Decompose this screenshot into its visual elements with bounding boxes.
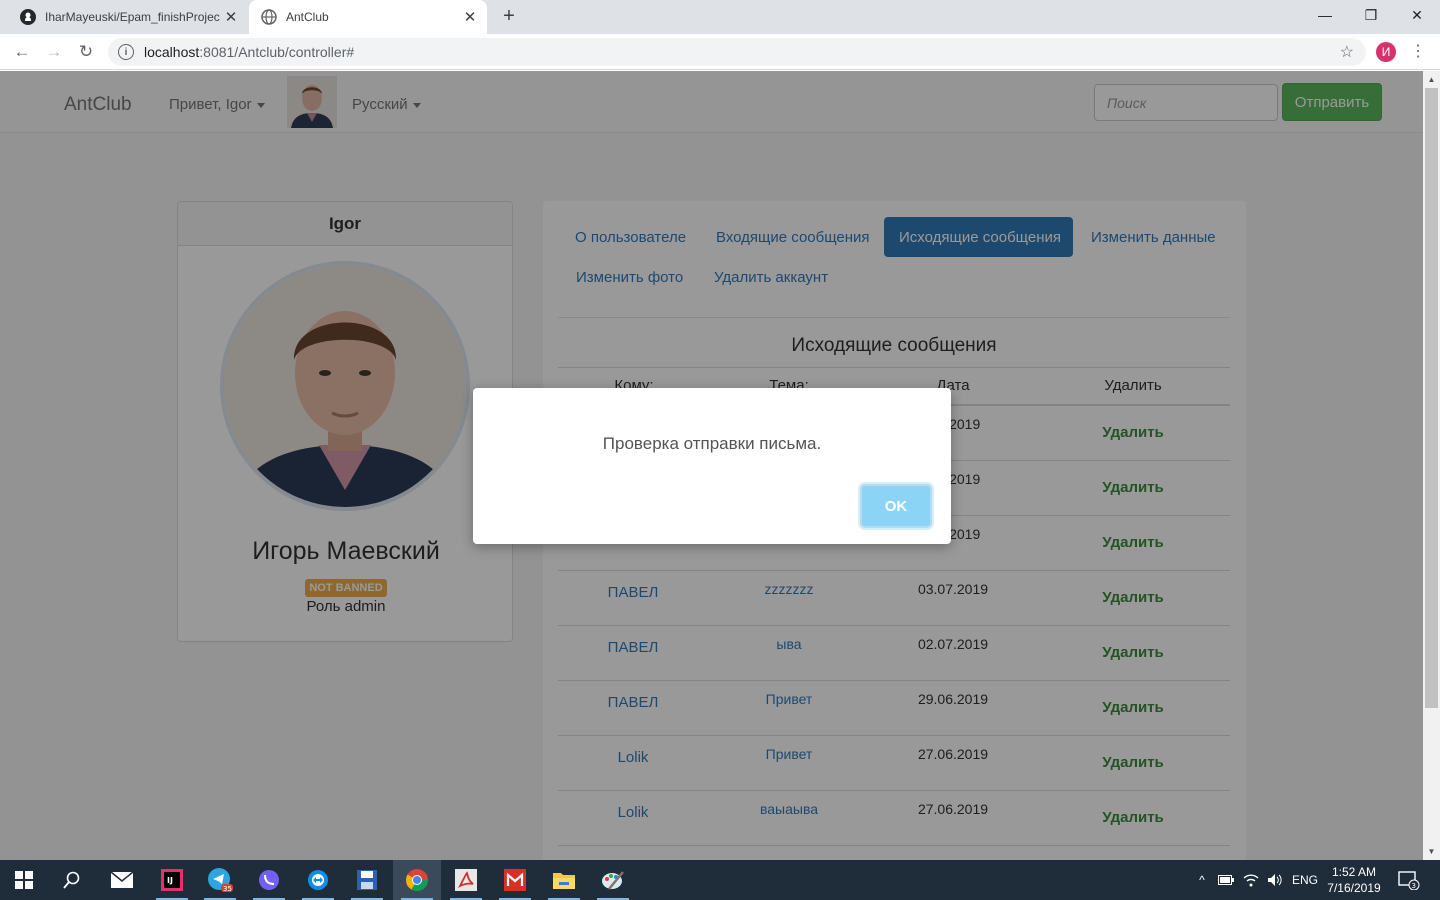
url-host: localhost bbox=[144, 44, 200, 60]
close-tab-icon[interactable]: ✕ bbox=[459, 6, 481, 28]
paint-icon[interactable] bbox=[589, 860, 637, 900]
github-icon bbox=[20, 9, 36, 25]
browser-tab-strip: IharMayeuski/Epam_finishProject ✕ AntClu… bbox=[0, 0, 1440, 34]
teamviewer-icon[interactable] bbox=[294, 860, 342, 900]
file-explorer-icon[interactable] bbox=[540, 860, 588, 900]
bookmark-star-icon[interactable]: ☆ bbox=[1340, 42, 1354, 62]
mail-icon[interactable] bbox=[98, 860, 146, 900]
address-bar[interactable]: i localhost :8081/Antclub/controller# ☆ bbox=[108, 38, 1366, 66]
url-path: :8081/Antclub/controller# bbox=[199, 44, 355, 60]
scrollbar-thumb[interactable] bbox=[1425, 88, 1438, 708]
system-clock[interactable]: 1:52 AM 7/16/2019 bbox=[1324, 864, 1384, 896]
chrome-menu-icon[interactable]: ⋮ bbox=[1410, 40, 1426, 64]
gmail-icon[interactable] bbox=[491, 860, 539, 900]
dialog-message: Проверка отправки письма. bbox=[602, 434, 822, 453]
close-tab-icon[interactable]: ✕ bbox=[220, 6, 242, 28]
forward-icon[interactable]: → bbox=[42, 40, 66, 64]
tab-title: IharMayeuski/Epam_finishProject bbox=[45, 10, 220, 24]
save-disk-icon[interactable] bbox=[343, 860, 391, 900]
close-window-icon[interactable]: ✕ bbox=[1394, 0, 1440, 30]
input-language[interactable]: ENG bbox=[1290, 860, 1320, 900]
back-icon[interactable]: ← bbox=[10, 40, 34, 64]
tab-title: AntClub bbox=[286, 10, 329, 24]
telegram-icon[interactable]: 35 bbox=[196, 860, 244, 900]
search-icon[interactable] bbox=[48, 860, 96, 900]
ok-button[interactable]: OK bbox=[860, 484, 932, 528]
windows-start-icon[interactable] bbox=[0, 860, 48, 900]
pdf-reader-icon[interactable] bbox=[442, 860, 490, 900]
restore-icon[interactable]: ❐ bbox=[1348, 0, 1394, 30]
browser-toolbar: ← → ↻ i localhost :8081/Antclub/controll… bbox=[0, 34, 1440, 70]
browser-tab-github[interactable]: IharMayeuski/Epam_finishProject ✕ bbox=[8, 0, 248, 34]
info-icon[interactable]: i bbox=[118, 44, 134, 60]
reload-icon[interactable]: ↻ bbox=[74, 40, 98, 64]
windows-taskbar: IJ 35 ^ ENG 1:52 AM 7/16/2019 3 bbox=[0, 860, 1440, 900]
volume-icon[interactable] bbox=[1264, 860, 1286, 900]
clock-time: 1:52 AM bbox=[1331, 865, 1377, 879]
scroll-down-icon[interactable]: ▼ bbox=[1423, 843, 1440, 860]
browser-tab-antclub[interactable]: AntClub ✕ bbox=[249, 0, 487, 34]
battery-icon[interactable] bbox=[1216, 860, 1236, 900]
page-scrollbar[interactable]: ▲ ▼ bbox=[1423, 71, 1440, 860]
chrome-icon[interactable] bbox=[393, 860, 441, 900]
profile-avatar[interactable]: И bbox=[1376, 42, 1396, 62]
minimize-icon[interactable]: — bbox=[1302, 0, 1348, 30]
alert-dialog: Проверка отправки письма. OK bbox=[473, 388, 951, 544]
viber-icon[interactable] bbox=[245, 860, 293, 900]
scroll-up-icon[interactable]: ▲ bbox=[1423, 71, 1440, 88]
notification-count: 3 bbox=[1412, 882, 1416, 890]
telegram-badge: 35 bbox=[223, 885, 232, 893]
new-tab-icon[interactable]: + bbox=[498, 6, 520, 28]
show-hidden-icons[interactable]: ^ bbox=[1192, 860, 1212, 900]
clock-date: 7/16/2019 bbox=[1327, 881, 1381, 895]
wifi-icon[interactable] bbox=[1240, 860, 1262, 900]
globe-icon bbox=[261, 9, 277, 25]
intellij-icon[interactable]: IJ bbox=[148, 860, 196, 900]
svg-text:IJ: IJ bbox=[167, 876, 173, 885]
notifications-icon[interactable]: 3 bbox=[1394, 860, 1424, 900]
